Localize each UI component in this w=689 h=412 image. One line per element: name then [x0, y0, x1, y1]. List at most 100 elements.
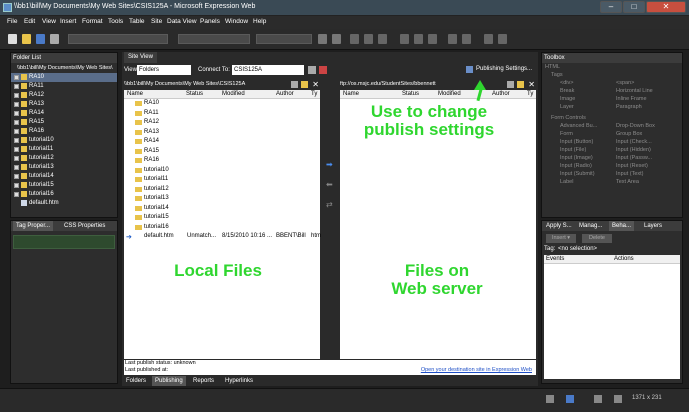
tab-folders[interactable]: Folders: [123, 376, 149, 386]
tree-item[interactable]: tutorial14: [11, 172, 117, 181]
undo-icon[interactable]: [318, 34, 327, 44]
size-dropdown[interactable]: [256, 34, 312, 44]
list-item[interactable]: RA15: [124, 147, 320, 157]
stop-icon[interactable]: [319, 66, 327, 74]
bold-icon[interactable]: [350, 34, 359, 44]
tab-apply-styles[interactable]: Apply S...: [543, 221, 575, 231]
list-item[interactable]: RA16: [124, 156, 320, 166]
list-item[interactable]: tutorial14: [124, 204, 320, 214]
tab-reports[interactable]: Reports: [190, 376, 217, 386]
list-icon[interactable]: [448, 34, 457, 44]
minimize-button[interactable]: –: [600, 1, 622, 13]
list-item[interactable]: tutorial12: [124, 185, 320, 195]
actions-header[interactable]: Actions: [614, 256, 634, 262]
toolbox-tags-group[interactable]: Tags: [545, 71, 682, 79]
list-item[interactable]: tutorial16: [124, 223, 320, 233]
new-page-icon[interactable]: [8, 34, 17, 44]
menu-format[interactable]: Format: [82, 18, 103, 25]
menu-table[interactable]: Table: [129, 18, 145, 25]
print-icon[interactable]: [50, 34, 59, 44]
indent-icon[interactable]: [462, 34, 471, 44]
view-select[interactable]: Folders: [137, 65, 191, 75]
tab-css-properties[interactable]: CSS Properties: [61, 221, 108, 231]
sync-arrows-icon[interactable]: ⇄: [326, 200, 333, 209]
tab-behaviors[interactable]: Beha...: [609, 221, 635, 231]
list-item[interactable]: RA10: [124, 99, 320, 109]
menu-data-view[interactable]: Data View: [167, 18, 197, 25]
connect-select[interactable]: CSIS125A: [232, 65, 304, 75]
tree-item[interactable]: tutorial12: [11, 154, 117, 163]
list-item[interactable]: RA12: [124, 118, 320, 128]
toolbox-form-group[interactable]: Form Controls: [551, 114, 682, 122]
redo-icon[interactable]: [332, 34, 341, 44]
font-dropdown[interactable]: [178, 34, 250, 44]
tree-item[interactable]: default.htm: [11, 199, 117, 208]
tree-item[interactable]: tutorial15: [11, 181, 117, 190]
tab-site-view[interactable]: Site View: [124, 52, 157, 63]
delete-icon[interactable]: ✕: [312, 79, 319, 90]
events-header[interactable]: Events: [546, 256, 564, 262]
tree-item[interactable]: tutorial10: [11, 136, 117, 145]
open-icon[interactable]: [22, 34, 31, 44]
list-item[interactable]: ➔ default.htm Unmatch... 8/15/2010 10:16…: [124, 232, 321, 242]
folder-icon[interactable]: [301, 81, 308, 88]
save-icon[interactable]: [36, 34, 45, 44]
list-item[interactable]: RA14: [124, 137, 320, 147]
folder-icon[interactable]: [517, 81, 524, 88]
tree-item[interactable]: tutorial11: [11, 145, 117, 154]
list-item[interactable]: RA11: [124, 109, 320, 119]
close-button[interactable]: ✕: [646, 1, 686, 13]
align-center-icon[interactable]: [414, 34, 423, 44]
tree-item[interactable]: tutorial13: [11, 163, 117, 172]
insert-button[interactable]: Insert ▾: [546, 234, 576, 243]
tab-tag-properties[interactable]: Tag Proper...: [13, 221, 54, 231]
italic-icon[interactable]: [364, 34, 373, 44]
menu-edit[interactable]: Edit: [24, 18, 35, 25]
download-arrow-icon[interactable]: ⬅: [326, 180, 333, 189]
toolbox-html-group[interactable]: HTML: [545, 63, 682, 71]
menu-help[interactable]: Help: [253, 18, 266, 25]
list-item[interactable]: tutorial15: [124, 213, 320, 223]
menu-tools[interactable]: Tools: [108, 18, 123, 25]
align-right-icon[interactable]: [428, 34, 437, 44]
menu-view[interactable]: View: [42, 18, 56, 25]
border-icon[interactable]: [484, 34, 493, 44]
tree-item[interactable]: RA16: [11, 127, 117, 136]
underline-icon[interactable]: [378, 34, 387, 44]
menu-window[interactable]: Window: [225, 18, 248, 25]
upload-arrow-icon[interactable]: ➡: [326, 160, 333, 169]
list-item[interactable]: tutorial13: [124, 194, 320, 204]
status-icon: [594, 395, 602, 403]
menu-panels[interactable]: Panels: [200, 18, 220, 25]
open-destination-link[interactable]: Open your destination site in Expression…: [421, 367, 532, 374]
list-item[interactable]: tutorial10: [124, 166, 320, 176]
folder-list-title: Folder List: [11, 53, 117, 63]
tree-item[interactable]: RA10: [11, 73, 117, 82]
highlight-icon[interactable]: [498, 34, 507, 44]
style-dropdown[interactable]: [68, 34, 168, 44]
tab-publishing[interactable]: Publishing: [152, 376, 186, 386]
new-folder-icon[interactable]: [291, 81, 298, 88]
tree-item[interactable]: RA13: [11, 100, 117, 109]
list-item[interactable]: tutorial11: [124, 175, 320, 185]
delete-button[interactable]: Delete: [582, 234, 612, 243]
remote-path: ftp://os.msjc.edu/StudentSites/bbennett: [340, 81, 436, 87]
maximize-button[interactable]: □: [623, 1, 645, 13]
list-item[interactable]: RA13: [124, 128, 320, 138]
delete-icon[interactable]: ✕: [528, 79, 535, 90]
menu-site[interactable]: Site: [151, 18, 162, 25]
tree-item[interactable]: RA11: [11, 82, 117, 91]
tree-item[interactable]: RA14: [11, 109, 117, 118]
publishing-settings-link[interactable]: Publishing Settings...: [476, 66, 532, 72]
tab-hyperlinks[interactable]: Hyperlinks: [222, 376, 256, 386]
menu-file[interactable]: File: [7, 18, 17, 25]
tree-item[interactable]: RA12: [11, 91, 117, 100]
tree-item[interactable]: tutorial16: [11, 190, 117, 199]
new-folder-icon[interactable]: [507, 81, 514, 88]
align-left-icon[interactable]: [400, 34, 409, 44]
tab-layers[interactable]: Layers: [641, 221, 665, 231]
tree-item[interactable]: RA15: [11, 118, 117, 127]
tab-manage-styles[interactable]: Manag...: [576, 221, 605, 231]
menu-insert[interactable]: Insert: [60, 18, 76, 25]
connect-icon[interactable]: [308, 66, 316, 74]
